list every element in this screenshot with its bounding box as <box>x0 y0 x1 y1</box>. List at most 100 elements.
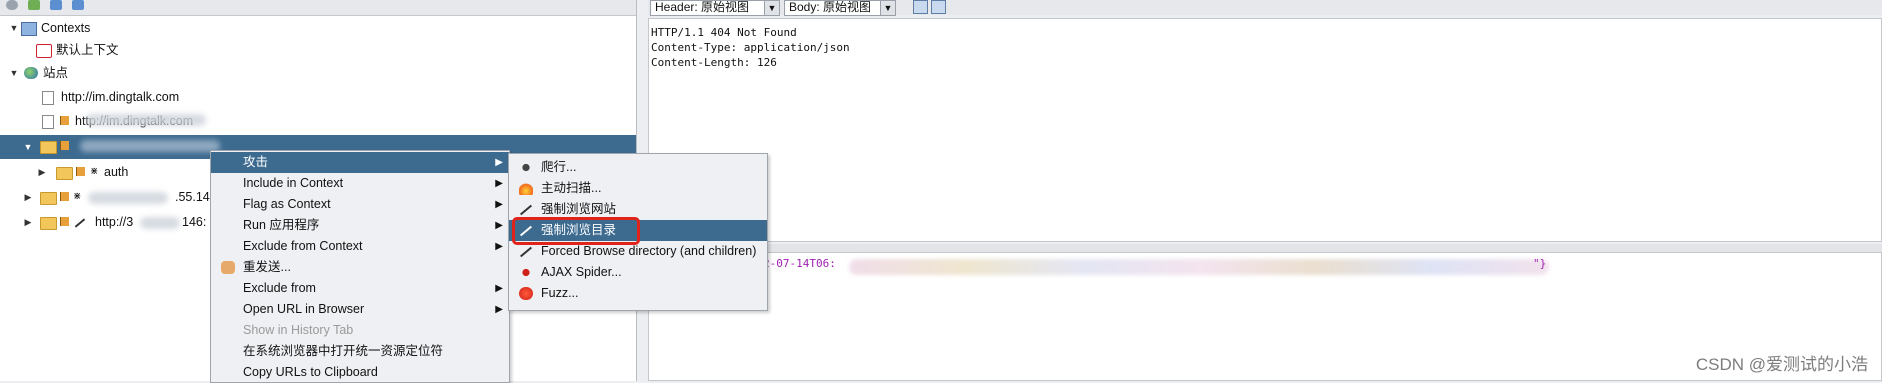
menu-item-label: Fuzz... <box>541 286 579 300</box>
expand-toggle-icon[interactable]: ▶ <box>22 211 34 233</box>
flag-icon <box>60 141 69 150</box>
menu-item-exclude-from[interactable]: Exclude from ▶ <box>211 278 509 299</box>
watermark: CSDN @爱测试的小浩 <box>1695 355 1868 374</box>
menu-item-flag-as-context[interactable]: Flag as Context ▶ <box>211 194 509 215</box>
menu-item-open-in-system-browser[interactable]: 在系统浏览器中打开统一资源定位符 <box>211 341 509 362</box>
menu-item-spider[interactable]: 爬行... <box>509 157 767 178</box>
settings-icon[interactable] <box>6 0 18 10</box>
chevron-down-icon[interactable]: ▼ <box>764 1 779 15</box>
spider-icon: ⋇ <box>90 166 99 177</box>
body-view-select[interactable]: Body: 原始视图 ▼ <box>784 0 896 16</box>
flag-icon <box>60 116 69 125</box>
menu-item-label: 主动扫描... <box>541 181 602 195</box>
menu-item-fuzz[interactable]: Fuzz... <box>509 283 767 304</box>
expand-toggle-icon[interactable]: ▼ <box>8 17 20 39</box>
header-view-select[interactable]: Header: 原始视图 ▼ <box>650 0 780 16</box>
menu-item-label: Run 应用程序 <box>243 218 320 232</box>
header-view-label: Header: 原始视图 <box>655 0 750 14</box>
expand-toggle-icon[interactable]: ▼ <box>22 135 34 159</box>
chevron-right-icon: ▶ <box>495 241 503 252</box>
tree-node-label: http://3 <box>95 215 134 229</box>
globe-icon <box>24 67 38 79</box>
response-header-text[interactable]: HTTP/1.1 404 Not Found Content-Type: app… <box>648 18 1882 242</box>
split-vertical-icon[interactable] <box>931 0 946 14</box>
menu-item-run-application[interactable]: Run 应用程序 ▶ <box>211 215 509 236</box>
chevron-right-icon: ▶ <box>495 220 503 231</box>
folder-icon <box>40 217 57 230</box>
tree-node-site[interactable]: http://im.dingtalk.com <box>0 110 636 132</box>
spider-icon <box>519 266 533 279</box>
fuzz-icon <box>519 287 533 300</box>
body-view-label: Body: 原始视图 <box>789 0 872 14</box>
header-line: Content-Length: 126 <box>651 56 777 69</box>
pane-splitter[interactable] <box>648 244 1882 252</box>
attack-submenu: 爬行... 主动扫描... 强制浏览网站 强制浏览目录 Forced Brows… <box>508 153 768 311</box>
menu-item-ajax-spider[interactable]: AJAX Spider... <box>509 262 767 283</box>
menu-item-label: AJAX Spider... <box>541 265 622 279</box>
menu-item-label: Open URL in Browser <box>243 302 365 316</box>
menu-item-active-scan[interactable]: 主动扫描... <box>509 178 767 199</box>
menu-item-copy-urls[interactable]: Copy URLs to Clipboard <box>211 362 509 383</box>
folder-icon <box>40 141 57 154</box>
chevron-right-icon: ▶ <box>495 157 503 168</box>
add-context-icon[interactable] <box>28 0 40 10</box>
chevron-right-icon: ▶ <box>495 304 503 315</box>
folder-icon <box>40 192 57 205</box>
tree-node-default-context[interactable]: 默认上下文 <box>0 39 636 61</box>
tree-node-label: 默认上下文 <box>56 43 119 57</box>
response-panel: Header: 原始视图 ▼ Body: 原始视图 ▼ HTTP/1.1 404… <box>648 0 1882 381</box>
tree-node-sites[interactable]: ▼ 站点 <box>0 62 636 84</box>
menu-item-include-in-context[interactable]: Include in Context ▶ <box>211 173 509 194</box>
menu-item-resend[interactable]: 重发送... <box>211 257 509 278</box>
menu-item-attack[interactable]: 攻击 ▶ <box>211 152 509 173</box>
menu-item-exclude-from-context[interactable]: Exclude from Context ▶ <box>211 236 509 257</box>
menu-item-label: 重发送... <box>243 260 291 274</box>
tree-node-contexts[interactable]: ▼ Contexts <box>0 17 636 39</box>
menu-item-label: 攻击 <box>243 155 269 169</box>
menu-item-label: Copy URLs to Clipboard <box>243 365 378 379</box>
expand-toggle-icon[interactable]: ▼ <box>8 62 20 84</box>
tree-node-label: 站点 <box>43 66 69 80</box>
body-line-start: 2-07-14T06: <box>763 257 836 270</box>
spider-icon <box>519 161 533 174</box>
menu-item-label: 在系统浏览器中打开统一资源定位符 <box>243 344 444 358</box>
site-context-menu: 攻击 ▶ Include in Context ▶ Flag as Contex… <box>210 150 510 383</box>
expand-toggle-icon[interactable]: ▶ <box>22 186 34 208</box>
highlight-box <box>512 217 640 245</box>
menu-item-label: Exclude from Context <box>243 239 363 253</box>
menu-item-label: Flag as Context <box>243 197 331 211</box>
tree-node-label: .55.14 <box>175 190 210 204</box>
flag-icon <box>60 192 69 201</box>
page-icon <box>42 91 54 105</box>
contexts-icon <box>21 22 37 36</box>
tree-node-label: Contexts <box>41 21 91 35</box>
tree-node-label: auth <box>104 165 129 179</box>
menu-item-label: Include in Context <box>243 176 344 190</box>
menu-item-label: Show in History Tab <box>243 323 354 337</box>
tree-node-site[interactable]: http://im.dingtalk.com <box>0 86 636 108</box>
header-line: HTTP/1.1 404 Not Found <box>651 26 797 39</box>
flame-icon <box>519 182 533 195</box>
menu-item-open-url-in-browser[interactable]: Open URL in Browser ▶ <box>211 299 509 320</box>
wand-icon <box>519 204 533 216</box>
lock-page-icon <box>42 115 54 129</box>
expand-toggle-icon[interactable]: ▶ <box>36 161 48 183</box>
menu-item-label: 爬行... <box>541 160 577 174</box>
export-context-icon[interactable] <box>72 0 84 10</box>
folder-icon <box>56 167 73 180</box>
tree-node-label: http://im.dingtalk.com <box>61 90 180 104</box>
hand-icon <box>221 261 235 274</box>
wand-icon <box>74 218 86 228</box>
sites-toolbar <box>0 0 636 16</box>
header-line: Content-Type: application/json <box>651 41 850 54</box>
import-context-icon[interactable] <box>50 0 62 10</box>
flag-icon <box>60 217 69 226</box>
split-horizontal-icon[interactable] <box>913 0 928 14</box>
tree-node-label: 146: <box>182 215 207 229</box>
flag-icon <box>76 167 85 176</box>
chevron-right-icon: ▶ <box>495 178 503 189</box>
context-target-icon <box>36 44 52 58</box>
chevron-down-icon[interactable]: ▼ <box>880 1 895 15</box>
wand-icon <box>519 246 533 258</box>
chevron-right-icon: ▶ <box>495 199 503 210</box>
